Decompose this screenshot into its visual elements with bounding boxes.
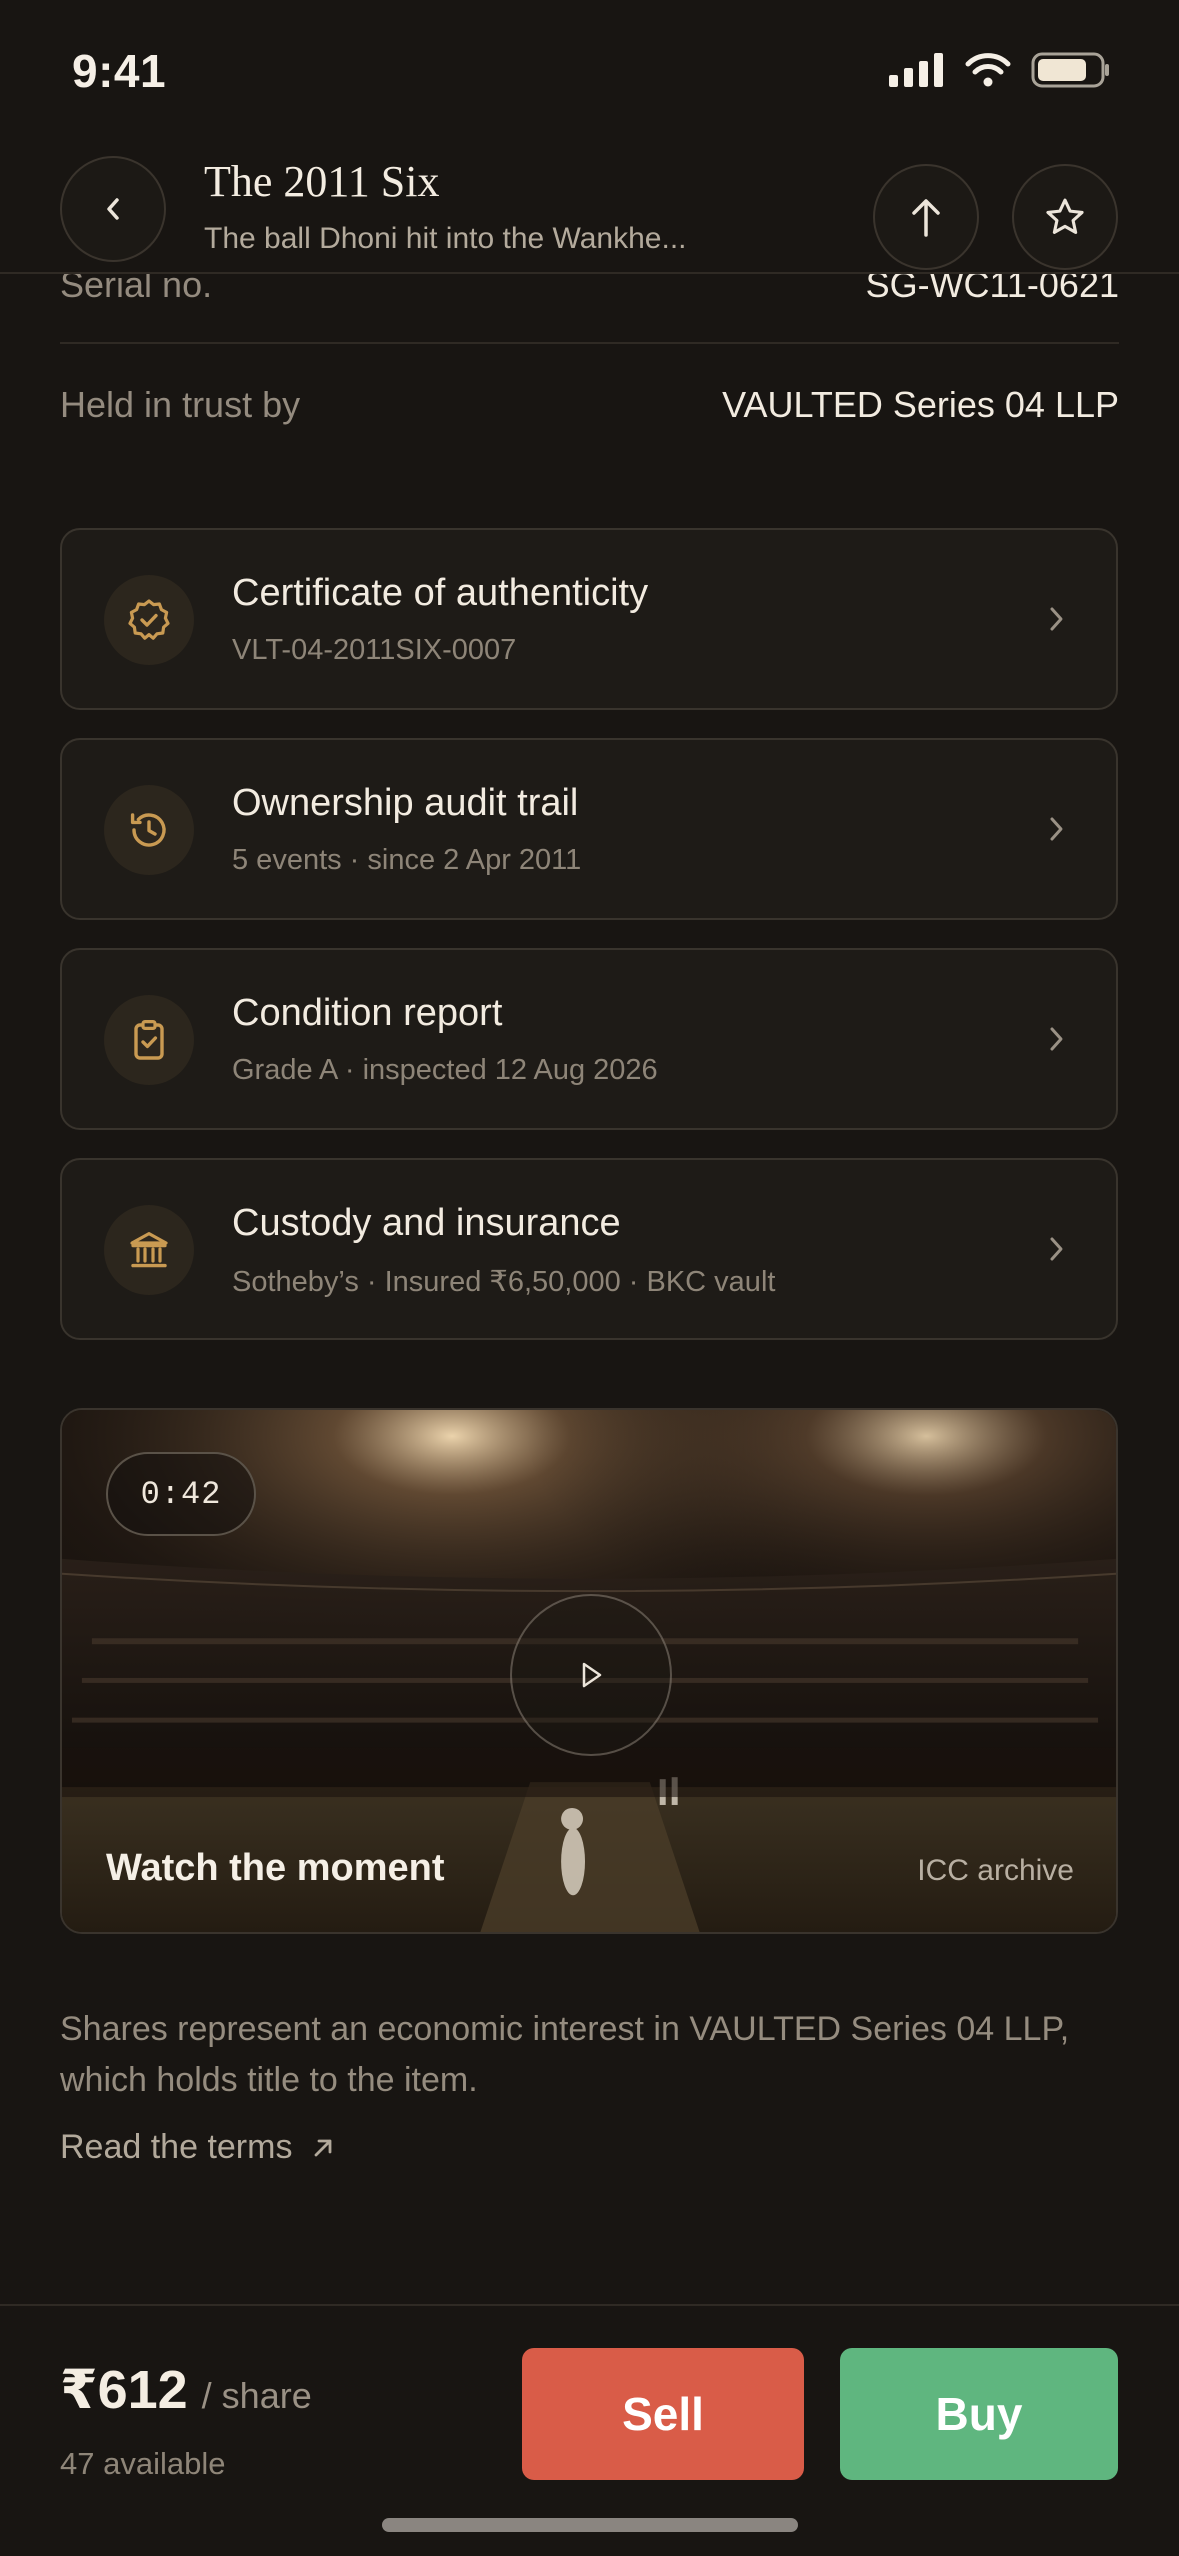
buy-button[interactable]: Buy <box>840 2348 1118 2480</box>
status-time: 9:41 <box>72 45 167 97</box>
chevron-right-icon <box>1050 817 1063 841</box>
cellular-signal-icon <box>889 53 943 87</box>
card-title: Condition report <box>232 992 503 1034</box>
detail-value: VAULTED Series 04 LLP <box>722 384 1119 425</box>
condition-report-card[interactable]: Condition report Grade A · inspected 12 … <box>60 948 1118 1130</box>
video-duration-badge: 0:42 <box>106 1452 256 1536</box>
card-title: Custody and insurance <box>232 1202 621 1244</box>
page-title: The 2011 Six <box>204 157 440 206</box>
chevron-right-icon <box>1050 1237 1063 1261</box>
price-block: ₹612 / share <box>60 2358 312 2421</box>
video-player[interactable]: 0:42 Watch the moment ICC archive <box>60 1408 1118 1934</box>
asset-detail-screen: 9:41 The 2011 Six The ball Dhoni hit int… <box>0 0 1179 2556</box>
play-icon <box>582 1662 602 1688</box>
page-subtitle: The ball Dhoni hit into the Wankhe... <box>204 222 687 255</box>
audit-trail-card[interactable]: Ownership audit trail 5 events · since 2… <box>60 738 1118 920</box>
home-indicator[interactable] <box>382 2518 798 2532</box>
status-bar: 9:41 <box>0 0 1179 140</box>
sell-button[interactable]: Sell <box>522 2348 804 2480</box>
clipboard-check-icon <box>104 995 194 1085</box>
card-subtitle: 5 events · since 2 Apr 2011 <box>232 844 582 876</box>
chevron-left-icon <box>107 198 119 220</box>
detail-label: Held in trust by <box>60 384 301 425</box>
card-title: Certificate of authenticity <box>232 572 649 614</box>
available-count: 47 available <box>60 2446 226 2481</box>
price-unit: / share <box>201 2375 312 2416</box>
certificate-card[interactable]: Certificate of authenticity VLT-04-2011S… <box>60 528 1118 710</box>
status-icons <box>889 52 1111 88</box>
divider <box>60 342 1119 344</box>
favorite-button[interactable] <box>1012 164 1118 270</box>
chevron-right-icon <box>1050 1027 1063 1051</box>
arrow-up-right-icon <box>315 2139 332 2156</box>
star-icon <box>1046 198 1084 234</box>
share-price: ₹612 <box>60 2360 188 2420</box>
wifi-icon <box>965 53 1011 87</box>
detail-row-trustee: Held in trust by VAULTED Series 04 LLP <box>60 378 1119 432</box>
terms-link-label: Read the terms <box>60 2128 293 2166</box>
card-subtitle: Sotheby’s · Insured ₹6,50,000 · BKC vaul… <box>232 1266 776 1298</box>
video-caption: Watch the moment <box>106 1847 445 1889</box>
read-terms-link[interactable]: Read the terms <box>60 2128 336 2167</box>
video-credit: ICC archive <box>917 1854 1074 1887</box>
card-title: Ownership audit trail <box>232 782 579 824</box>
card-subtitle: Grade A · inspected 12 Aug 2026 <box>232 1054 658 1086</box>
disclaimer-text: Shares represent an economic interest in… <box>60 2010 1070 2099</box>
card-subtitle: VLT-04-2011SIX-0007 <box>232 634 517 666</box>
battery-icon <box>1031 52 1109 88</box>
chevron-right-icon <box>1050 607 1063 631</box>
custody-insurance-card[interactable]: Custody and insurance Sotheby’s · Insure… <box>60 1158 1118 1340</box>
share-button[interactable] <box>873 164 979 270</box>
history-icon <box>104 785 194 875</box>
badge-check-icon <box>104 575 194 665</box>
nav-header: The 2011 Six The ball Dhoni hit into the… <box>0 140 1179 274</box>
play-button[interactable] <box>510 1594 672 1756</box>
back-button[interactable] <box>60 156 166 262</box>
arrow-up-icon <box>912 199 940 237</box>
bank-icon <box>104 1205 194 1295</box>
